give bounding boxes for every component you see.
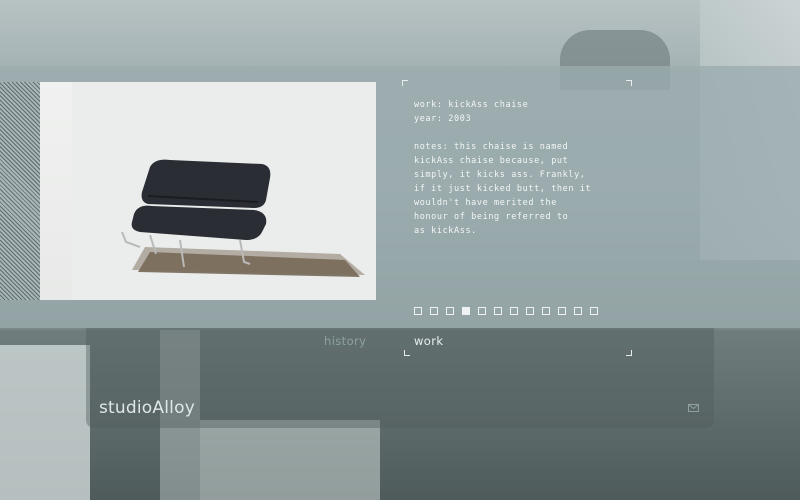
notes-line: wouldn't have merited the	[414, 198, 557, 208]
frame-corner-top-right	[626, 80, 632, 86]
frame-corner-bottom-left	[404, 350, 410, 356]
notes-line: notes: this chaise is named	[414, 142, 569, 152]
pager-dot[interactable]	[558, 307, 566, 315]
work-year: year: 2003	[414, 114, 472, 124]
mail-icon[interactable]	[688, 404, 699, 412]
sofa-image	[121, 159, 365, 277]
frame-corner-bottom-right	[626, 350, 632, 356]
pager-dot-active[interactable]	[462, 307, 470, 315]
work-details: work: kickAss chaise year: 2003 notes: t…	[414, 98, 634, 238]
pager-dot[interactable]	[510, 307, 518, 315]
pager-dot[interactable]	[590, 307, 598, 315]
pager-dot[interactable]	[526, 307, 534, 315]
frame-corner-top-left	[402, 80, 408, 86]
nav-history[interactable]: history	[324, 334, 366, 348]
notes-line: if it just kicked butt, then it	[414, 184, 592, 194]
notes-line: kickAss chaise because, put	[414, 156, 569, 166]
pager-dot[interactable]	[542, 307, 550, 315]
decorative-stripe	[0, 82, 40, 300]
work-title: work: kickAss chaise	[414, 100, 529, 110]
pager-dot[interactable]	[574, 307, 582, 315]
pager-dot[interactable]	[414, 307, 422, 315]
pager-dot[interactable]	[446, 307, 454, 315]
pager-dot[interactable]	[494, 307, 502, 315]
notes-line: as kickAss.	[414, 226, 477, 236]
brand-logo[interactable]: studioAlloy	[99, 398, 195, 418]
background-cabinet	[0, 345, 90, 500]
background-cabinet-low	[200, 420, 380, 500]
gallery-pager	[414, 307, 598, 315]
notes-line: simply, it kicks ass. Frankly,	[414, 170, 586, 180]
product-photo	[40, 82, 376, 300]
nav-work[interactable]: work	[414, 334, 443, 348]
notes-line: honour of being referred to	[414, 212, 569, 222]
pager-dot[interactable]	[430, 307, 438, 315]
pager-dot[interactable]	[478, 307, 486, 315]
